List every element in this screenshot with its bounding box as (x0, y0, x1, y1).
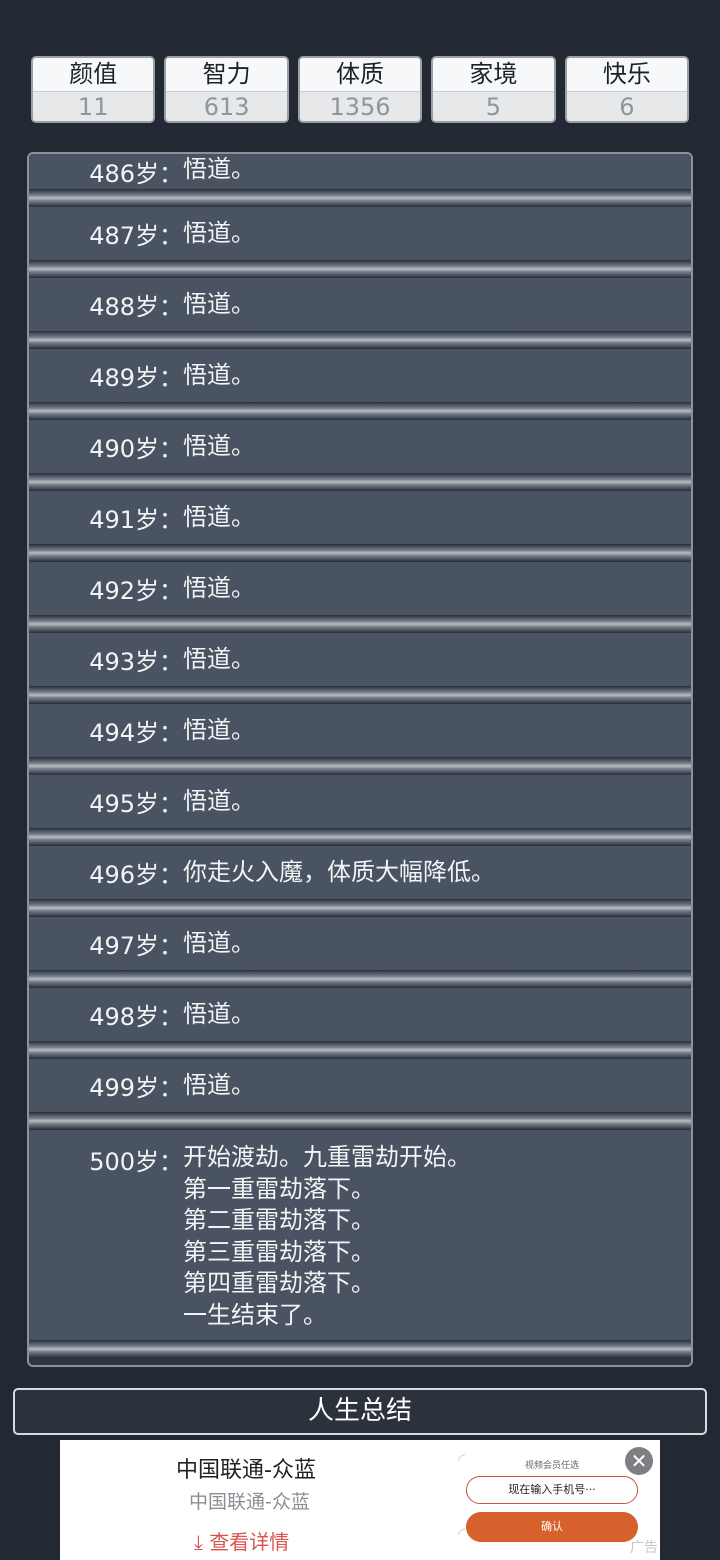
log-separator (29, 402, 691, 420)
log-separator (29, 331, 691, 349)
ad-banner[interactable]: 中国联通-众蓝 中国联通-众蓝 ⤓ 查看详情 ◜ ◜ 视频会员任选 现在输入手机… (60, 1440, 660, 1560)
log-age: 499岁： (89, 1074, 183, 1102)
ad-details-link[interactable]: ⤓ 查看详情 (194, 1526, 289, 1555)
download-icon: ⤓ (194, 1530, 203, 1554)
log-text: 悟道。 (183, 928, 255, 957)
close-icon[interactable]: ✕ (625, 1447, 653, 1475)
log-entry: 488岁： 悟道。 (29, 278, 691, 331)
log-entry: 492岁： 悟道。 (29, 562, 691, 615)
stat-value: 11 (33, 91, 154, 121)
log-separator (29, 615, 691, 633)
log-text: 悟道。 (183, 431, 255, 460)
log-text: 开始渡劫。九重雷劫开始。 第一重雷劫落下。 第二重雷劫落下。 第三重雷劫落下。 … (183, 1143, 471, 1329)
log-age: 498岁： (89, 1003, 183, 1031)
log-text: 悟道。 (183, 289, 255, 318)
log-separator (29, 260, 691, 278)
ad-tag: 广告 (630, 1540, 658, 1556)
log-age: 491岁： (89, 506, 183, 534)
stat-value: 1356 (299, 91, 421, 121)
log-separator (29, 757, 691, 775)
ad-small-text: 视频会员任选 (524, 1461, 579, 1471)
log-entry: 495岁： 悟道。 (29, 775, 691, 828)
log-text: 你走火入魔，体质大幅降低。 (183, 857, 495, 886)
log-separator (29, 189, 691, 207)
log-entry: 498岁： 悟道。 (29, 988, 691, 1041)
ad-subtitle: 中国联通-众蓝 (189, 1491, 310, 1513)
log-separator (29, 544, 691, 562)
stat-value: 613 (166, 91, 287, 121)
stat-label: 家境 (433, 58, 554, 91)
log-separator (29, 1340, 691, 1358)
log-age: 493岁： (89, 648, 183, 676)
log-text: 悟道。 (183, 360, 255, 389)
log-age: 489岁： (89, 364, 183, 392)
log-text: 悟道。 (183, 1070, 255, 1099)
log-separator (29, 1112, 691, 1130)
log-entry: 490岁： 悟道。 (29, 420, 691, 473)
log-entry: 487岁： 悟道。 (29, 207, 691, 260)
life-summary-button[interactable]: 人生总结 (13, 1388, 707, 1435)
log-age: 486岁： (89, 160, 183, 188)
log-separator (29, 686, 691, 704)
ad-cta-label: 查看详情 (209, 1530, 290, 1554)
stats-bar: 颜值 11 智力 613 体质 1356 家境 5 快乐 6 (31, 56, 690, 123)
log-separator (29, 1041, 691, 1059)
log-entry: 496岁： 你走火入魔，体质大幅降低。 (29, 846, 691, 899)
wifi-icon: ◜ (458, 1450, 465, 1471)
stat-label: 智力 (166, 58, 287, 91)
log-entry: 489岁： 悟道。 (29, 349, 691, 402)
log-text: 悟道。 (183, 573, 255, 602)
life-log[interactable]: 486岁： 悟道。 487岁： 悟道。 488岁： 悟道。 489岁： 悟道。 490岁… (27, 152, 693, 1367)
log-entry: 486岁： 悟道。 (29, 154, 691, 189)
log-separator (29, 473, 691, 491)
log-entry: 493岁： 悟道。 (29, 633, 691, 686)
stat-label: 体质 (299, 58, 421, 91)
log-age: 492岁： (89, 577, 183, 605)
wifi-icon: ◜ (458, 1524, 465, 1545)
log-text: 悟道。 (183, 155, 255, 183)
stat-label: 快乐 (566, 58, 688, 91)
stat-intelligence: 智力 613 (164, 56, 289, 123)
log-age: 497岁： (89, 932, 183, 960)
stat-value: 6 (566, 91, 688, 121)
stat-family: 家境 5 (431, 56, 556, 123)
log-age: 495岁： (89, 790, 183, 818)
log-entry: 499岁： 悟道。 (29, 1059, 691, 1112)
stat-value: 5 (433, 91, 554, 121)
log-age: 488岁： (89, 293, 183, 321)
log-text: 悟道。 (183, 999, 255, 1028)
log-entry: 494岁： 悟道。 (29, 704, 691, 757)
stat-appearance: 颜值 11 (31, 56, 156, 123)
log-separator (29, 828, 691, 846)
ad-promo: 视频会员任选 现在输入手机号··· 确认 (466, 1450, 638, 1556)
ad-confirm-button[interactable]: 确认 (466, 1512, 638, 1542)
stat-label: 颜值 (33, 58, 154, 91)
log-entry: 491岁： 悟道。 (29, 491, 691, 544)
log-separator (29, 970, 691, 988)
log-separator (29, 899, 691, 917)
log-age: 487岁： (89, 222, 183, 250)
ad-phone-input[interactable]: 现在输入手机号··· (466, 1476, 638, 1504)
log-entry: 497岁： 悟道。 (29, 917, 691, 970)
log-age: 494岁： (89, 719, 183, 747)
log-entry: 500岁： 开始渡劫。九重雷劫开始。 第一重雷劫落下。 第二重雷劫落下。 第三重雷… (29, 1130, 691, 1340)
log-text: 悟道。 (183, 644, 255, 673)
log-text: 悟道。 (183, 218, 255, 247)
log-age: 500岁： (89, 1148, 183, 1176)
log-text: 悟道。 (183, 715, 255, 744)
log-age: 496岁： (89, 861, 183, 889)
log-text: 悟道。 (183, 502, 255, 531)
ad-title: 中国联通-众蓝 (176, 1458, 316, 1483)
stat-happiness: 快乐 6 (564, 56, 690, 123)
log-age: 490岁： (89, 435, 183, 463)
log-text: 悟道。 (183, 786, 255, 815)
stat-constitution: 体质 1356 (297, 56, 423, 123)
life-log-list: 486岁： 悟道。 487岁： 悟道。 488岁： 悟道。 489岁： 悟道。 490岁… (29, 154, 691, 1358)
